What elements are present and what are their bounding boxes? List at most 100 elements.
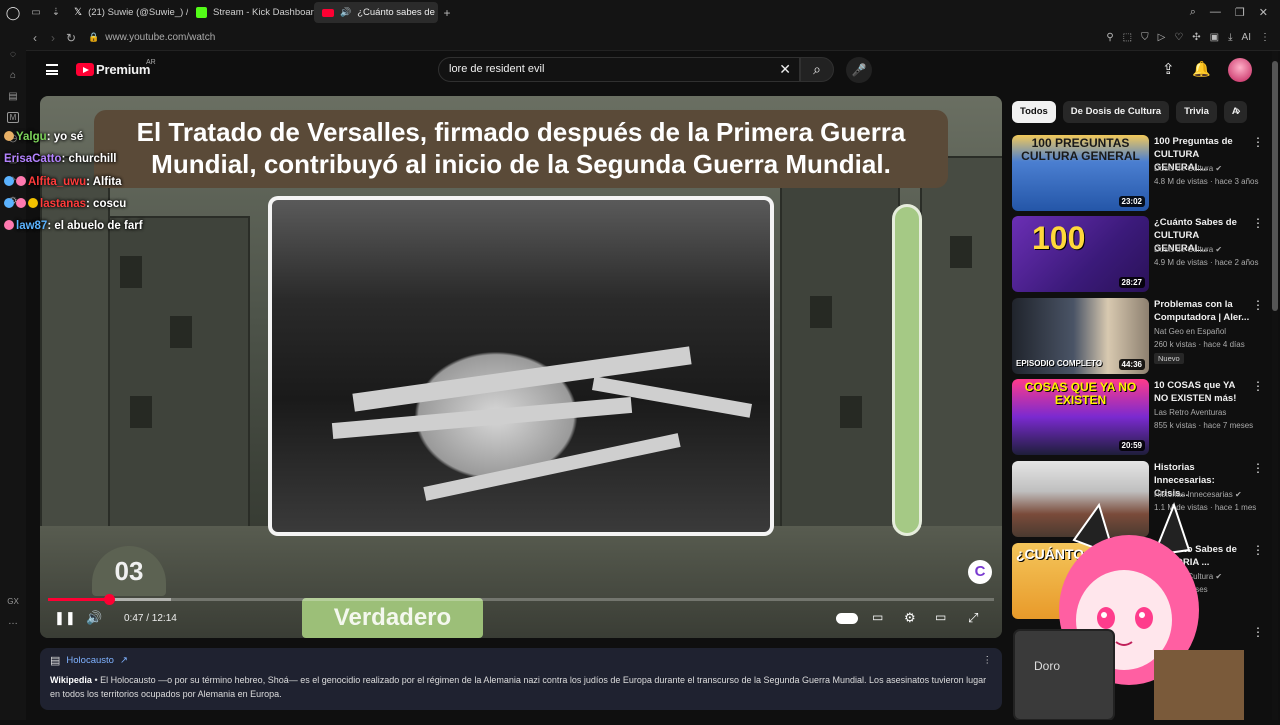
reload-icon[interactable]: ↻: [62, 31, 80, 45]
chat-username: Yalgu: [16, 131, 47, 143]
window: [840, 396, 862, 428]
hamburger-menu-icon[interactable]: [46, 64, 58, 75]
tab-overview-icon[interactable]: ▭: [26, 7, 46, 18]
settings-gear-icon[interactable]: ⚙: [904, 610, 916, 626]
restore-icon[interactable]: ❐: [1235, 6, 1245, 19]
avatar[interactable]: [1228, 58, 1252, 82]
snapshot-icon[interactable]: ⬚: [1123, 32, 1132, 43]
tab-label: ¿Cuánto sabes de la S: [357, 7, 438, 18]
tab-kick[interactable]: Stream - Kick Dashboard: [188, 2, 314, 23]
svg-text:Doro: Doro: [1034, 659, 1060, 673]
pause-button[interactable]: ❚❚: [54, 610, 76, 626]
pin-icon[interactable]: ⚲: [1106, 32, 1113, 43]
opera-menu-icon[interactable]: ◯: [0, 5, 26, 21]
video-player[interactable]: El Tratado de Versalles, firmado después…: [40, 96, 1002, 638]
youtube-premium-wordmark[interactable]: Premium: [96, 62, 150, 77]
m-app-icon[interactable]: M: [6, 112, 20, 123]
fullscreen-icon[interactable]: ⤢: [968, 610, 978, 626]
volume-icon[interactable]: 🔊: [86, 610, 102, 626]
wallet-icon[interactable]: ▣: [1210, 32, 1219, 43]
lock-icon: 🔒: [88, 32, 100, 42]
menu-icon[interactable]: ⋮: [1260, 32, 1270, 43]
chat-badge-icon: [4, 176, 14, 186]
more-actions-icon[interactable]: ⋮: [1252, 379, 1264, 393]
tab-x[interactable]: 𝕏 (21) Suwie (@Suwie_) / X: [66, 2, 188, 23]
search-tabs-icon[interactable]: ⌕: [1190, 6, 1196, 19]
minimize-icon[interactable]: —: [1210, 6, 1221, 19]
gx-icon[interactable]: GX: [7, 597, 19, 606]
upload-icon[interactable]: ⇪: [1162, 60, 1175, 78]
youtube-logo-icon[interactable]: [76, 63, 94, 76]
video-meta: 855 k vistas · hace 7 meses: [1154, 421, 1254, 430]
chat-badge-icon: [28, 198, 38, 208]
more-actions-icon[interactable]: ⋮: [1252, 216, 1264, 230]
voice-search-icon[interactable]: 🎤: [846, 57, 872, 83]
youtube-header: Premium AR lore de resident evil ✕ ⌕ 🎤 ⇪…: [26, 51, 1270, 91]
chip-trivia[interactable]: Trivia: [1176, 101, 1217, 123]
channel-watermark-icon[interactable]: C: [968, 560, 992, 584]
video-thumbnail[interactable]: 100 28:27: [1012, 216, 1149, 292]
messenger-icon[interactable]: ◌: [10, 49, 16, 60]
puzzle-icon[interactable]: ✣: [1192, 32, 1200, 43]
more-icon[interactable]: …: [8, 616, 18, 627]
play-icon[interactable]: ▷: [1158, 32, 1166, 43]
building-left-2: [40, 156, 110, 576]
chip-todos[interactable]: Todos: [1012, 101, 1056, 123]
recommendation-item[interactable]: EPISODIO COMPLETO 44:36 Problemas con la…: [1012, 298, 1264, 376]
info-panel-header: ▤ Holocausto ↗ ⋮: [50, 654, 992, 667]
download-icon[interactable]: ⤓: [1228, 32, 1232, 43]
more-actions-icon[interactable]: ⋮: [1252, 461, 1264, 475]
scrollbar-thumb[interactable]: [1272, 61, 1278, 311]
recommendation-item[interactable]: COSAS QUE YA NO EXISTEN 20:59 10 COSAS q…: [1012, 379, 1264, 457]
chat-badge-icon: [4, 220, 14, 230]
channel-name: Historias Innecesarias ✔: [1154, 490, 1242, 499]
video-thumbnail[interactable]: COSAS QUE YA NO EXISTEN 20:59: [1012, 379, 1149, 455]
chevron-right-icon[interactable]: ›: [1236, 102, 1241, 118]
url-field[interactable]: 🔒 www.youtube.com/watch: [80, 28, 223, 48]
new-tab-button[interactable]: +: [438, 6, 456, 20]
video-title[interactable]: 10 COSAS que YA NO EXISTEN más!: [1154, 379, 1250, 405]
tab-label: (21) Suwie (@Suwie_) / X: [88, 7, 188, 18]
chat-line: Alfita_uwu: Alfita: [4, 176, 122, 188]
window: [170, 316, 192, 348]
scrubber-handle[interactable]: [103, 594, 115, 605]
close-window-icon[interactable]: ✕: [1259, 6, 1268, 19]
more-actions-icon[interactable]: ⋮: [1252, 298, 1264, 312]
download-tab-icon[interactable]: ⇣: [46, 7, 66, 18]
more-actions-icon[interactable]: ⋮: [1252, 135, 1264, 149]
forward-icon[interactable]: ›: [44, 31, 62, 45]
x-logo-icon: 𝕏: [74, 7, 83, 18]
info-panel-link[interactable]: Holocausto: [66, 655, 114, 666]
autoplay-toggle[interactable]: [836, 613, 858, 624]
kick-logo-icon: [196, 7, 207, 18]
ai-button[interactable]: AI: [1242, 32, 1251, 43]
player-icon[interactable]: ⌂: [10, 70, 16, 81]
subtitles-icon[interactable]: ▭: [872, 610, 883, 624]
back-icon[interactable]: ‹: [26, 31, 44, 45]
notifications-bell-icon[interactable]: 🔔: [1192, 60, 1211, 78]
bookmarks-icon[interactable]: ▤: [8, 91, 17, 102]
vtuber-avatar: Doro: [1013, 502, 1244, 721]
page-scrollbar[interactable]: [1272, 51, 1278, 720]
shield-icon[interactable]: ⛉: [1141, 32, 1149, 43]
search-input[interactable]: lore de resident evil ✕: [438, 57, 800, 82]
video-thumbnail[interactable]: 100 PREGUNTAS CULTURA GENERAL 23:02: [1012, 135, 1149, 211]
conference-table: [423, 433, 681, 501]
chat-message: : yo sé: [46, 131, 84, 143]
info-panel-menu-icon[interactable]: ⋮: [983, 655, 993, 666]
channel-name: Dosis de Cultura ✔: [1154, 245, 1222, 254]
recommendation-item[interactable]: 100 PREGUNTAS CULTURA GENERAL 23:02 100 …: [1012, 135, 1264, 213]
search-button[interactable]: ⌕: [800, 57, 834, 82]
theater-mode-icon[interactable]: ▭: [935, 610, 946, 624]
window: [950, 236, 972, 268]
heart-icon[interactable]: ♡: [1174, 32, 1183, 43]
clear-search-icon[interactable]: ✕: [779, 61, 791, 78]
chat-line: law87: el abuelo de farf: [4, 220, 143, 232]
progress-bar[interactable]: [48, 594, 994, 605]
vtuber-avatar-overlay: Doro: [1004, 500, 1254, 721]
video-thumbnail[interactable]: EPISODIO COMPLETO 44:36: [1012, 298, 1149, 374]
video-title[interactable]: Problemas con la Computadora | Aler...: [1154, 298, 1250, 324]
recommendation-item[interactable]: 100 28:27 ¿Cuánto Sabes de CULTURA GENER…: [1012, 216, 1264, 294]
chip-de-dosis-de-cultura[interactable]: De Dosis de Cultura: [1062, 101, 1170, 123]
tab-youtube[interactable]: 🔊 ¿Cuánto sabes de la S: [314, 2, 438, 23]
